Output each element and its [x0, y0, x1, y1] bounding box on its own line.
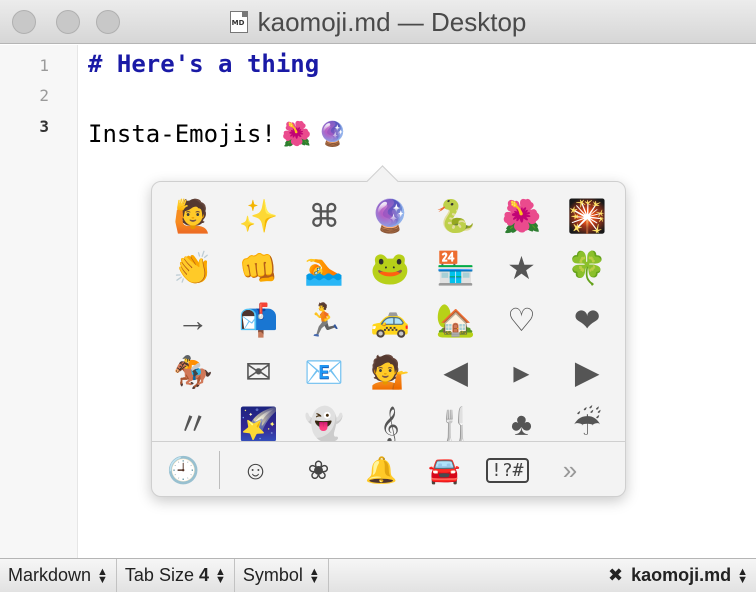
- emoji-cell[interactable]: →: [160, 294, 226, 346]
- close-icon[interactable]: ✖: [608, 565, 623, 586]
- hibiscus-emoji: 🌺: [281, 120, 312, 148]
- syntax-label: Markdown: [8, 565, 92, 585]
- file-selector[interactable]: ✖ kaomoji.md ▲ ▼: [608, 565, 756, 586]
- emoji-cell[interactable]: 〃: [160, 398, 226, 442]
- emoji-cell[interactable]: 🐸: [357, 242, 423, 294]
- emoji-cell[interactable]: 🍀: [554, 242, 620, 294]
- emoji-cell[interactable]: 📧: [291, 346, 357, 398]
- emoji-cell[interactable]: 🌺: [489, 190, 555, 242]
- tab-size-value: 4: [198, 565, 209, 585]
- editor-line-1[interactable]: # Here's a thing: [88, 50, 319, 78]
- status-bar: Markdown ▲ ▼ Tab Size 4 ▲ ▼ Symbol ▲ ▼ ✖ ka…: [0, 558, 756, 592]
- emoji-cell[interactable]: 🏡: [423, 294, 489, 346]
- emoji-cell[interactable]: ▶: [554, 346, 620, 398]
- file-name: kaomoji.md: [631, 565, 732, 585]
- emoji-cell[interactable]: 🚕: [357, 294, 423, 346]
- symbol-selector[interactable]: Symbol ▲ ▼: [235, 559, 329, 592]
- emoji-cell[interactable]: 👊: [226, 242, 292, 294]
- category-separator: [219, 451, 220, 489]
- emoji-cell[interactable]: 💁: [357, 346, 423, 398]
- emoji-row: 👏 👊 🏊 🐸 🏪 ★ 🍀: [160, 242, 620, 294]
- emoji-picker-popover: 🙋 ✨ ⌘ 🔮 🐍 🌺 🎇 👏 👊 🏊 🐸 🏪 ★ 🍀 → 📬 🏃 🚕 🏡 ♡ …: [151, 181, 626, 497]
- tab-size-selector[interactable]: Tab Size 4 ▲ ▼: [117, 559, 235, 592]
- emoji-cell[interactable]: 🌠: [226, 398, 292, 442]
- more-icon[interactable]: »: [539, 455, 602, 486]
- emoji-cell[interactable]: 🏃: [291, 294, 357, 346]
- window-title: kaomoji.md — Desktop: [257, 6, 527, 37]
- emoji-cell[interactable]: ✨: [226, 190, 292, 242]
- emoji-cell[interactable]: 📬: [226, 294, 292, 346]
- emoji-grid: 🙋 ✨ ⌘ 🔮 🐍 🌺 🎇 👏 👊 🏊 🐸 🏪 ★ 🍀 → 📬 🏃 🚕 🏡 ♡ …: [160, 190, 620, 442]
- emoji-cell[interactable]: ✉: [226, 346, 292, 398]
- emoji-row: 🙋 ✨ ⌘ 🔮 🐍 🌺 🎇: [160, 190, 620, 242]
- emoji-cell[interactable]: ❤: [554, 294, 620, 346]
- recent-icon[interactable]: 🕘: [152, 455, 215, 486]
- editor-line-3[interactable]: Insta-Emojis! 🌺 🔮: [88, 120, 348, 148]
- emoji-cell[interactable]: 🏊: [291, 242, 357, 294]
- smiley-icon[interactable]: ☺: [224, 455, 287, 486]
- emoji-cell[interactable]: 👏: [160, 242, 226, 294]
- emoji-category-bar: 🕘 ☺ ❀ 🔔 🚘 !?# »: [152, 442, 625, 496]
- tab-size-label: Tab Size: [124, 565, 194, 585]
- line-number: 1: [39, 56, 49, 75]
- emoji-cell[interactable]: ◀: [423, 346, 489, 398]
- emoji-row: → 📬 🏃 🚕 🏡 ♡ ❤: [160, 294, 620, 346]
- updown-arrows-icon: ▲ ▼: [215, 565, 226, 586]
- emoji-row: 〃 🌠 👻 𝄞 🍴 ♣ ☔: [160, 398, 620, 442]
- emoji-row: 🏇 ✉ 📧 💁 ◀ ▸ ▶: [160, 346, 620, 398]
- emoji-cell[interactable]: 🏪: [423, 242, 489, 294]
- line-number-gutter: 1 2 3: [0, 45, 78, 558]
- emoji-cell[interactable]: ☔: [554, 398, 620, 442]
- emoji-cell[interactable]: 🍴: [423, 398, 489, 442]
- emoji-cell[interactable]: ♡: [489, 294, 555, 346]
- crystal-ball-emoji: 🔮: [317, 120, 348, 148]
- editor-text: Insta-Emojis!: [88, 120, 276, 148]
- emoji-cell[interactable]: ♣: [489, 398, 555, 442]
- emoji-cell[interactable]: 🏇: [160, 346, 226, 398]
- emoji-cell[interactable]: 👻: [291, 398, 357, 442]
- emoji-cell[interactable]: 🐍: [423, 190, 489, 242]
- markdown-document-icon: MD: [229, 11, 248, 33]
- flower-icon[interactable]: ❀: [287, 455, 350, 486]
- symbols-icon[interactable]: !?#: [486, 457, 529, 483]
- updown-arrows-icon: ▲ ▼: [97, 565, 108, 586]
- line-number-current: 3: [39, 117, 49, 136]
- emoji-cell[interactable]: 𝄞: [357, 398, 423, 442]
- emoji-cell[interactable]: ▸: [489, 346, 555, 398]
- window-title-group: MD kaomoji.md — Desktop: [0, 0, 756, 44]
- emoji-cell[interactable]: 🙋: [160, 190, 226, 242]
- updown-arrows-icon: ▲ ▼: [737, 565, 748, 586]
- line-number: 2: [39, 86, 49, 105]
- symbol-label: Symbol: [242, 565, 303, 585]
- emoji-cell[interactable]: ⌘: [291, 190, 357, 242]
- syntax-selector[interactable]: Markdown ▲ ▼: [0, 559, 117, 592]
- bell-icon[interactable]: 🔔: [350, 455, 413, 486]
- emoji-cell[interactable]: 🔮: [357, 190, 423, 242]
- title-bar: MD kaomoji.md — Desktop: [0, 0, 756, 44]
- updown-arrows-icon: ▲ ▼: [308, 565, 320, 586]
- emoji-cell[interactable]: 🎇: [554, 190, 620, 242]
- emoji-cell[interactable]: ★: [489, 242, 555, 294]
- car-icon[interactable]: 🚘: [413, 455, 476, 486]
